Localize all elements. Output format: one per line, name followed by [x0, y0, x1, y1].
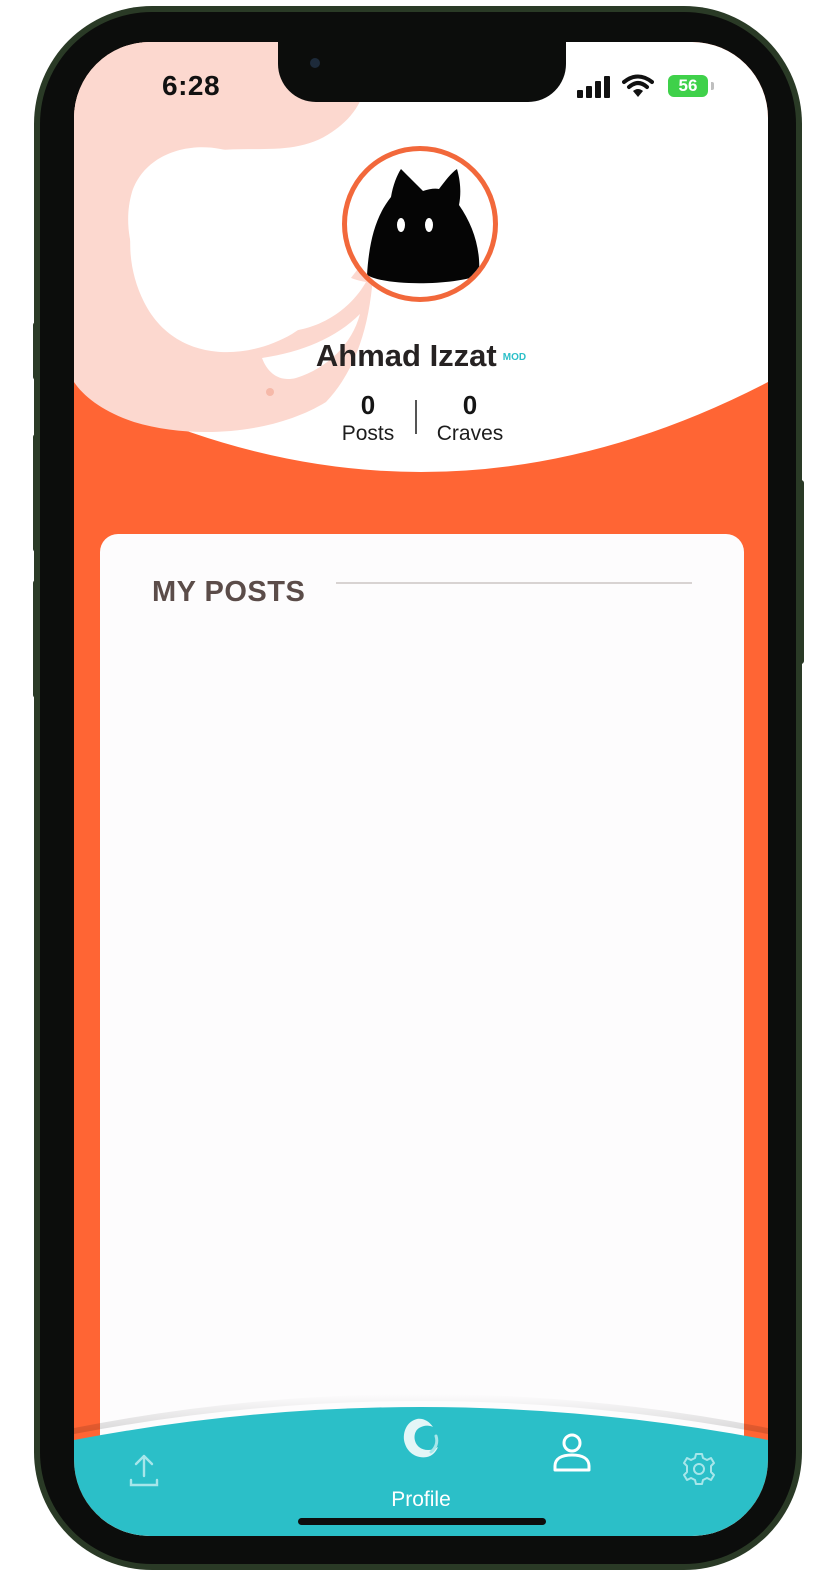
profile-avatar[interactable] — [342, 146, 498, 302]
upload-icon[interactable] — [128, 1452, 160, 1488]
app-screen: 6:28 56 Ahmad Izzat MOD 0 Posts 0 Craves … — [74, 42, 768, 1536]
front-camera — [310, 58, 320, 68]
battery-tip — [711, 82, 714, 90]
profile-nav-label[interactable]: Profile — [74, 1488, 768, 1512]
posts-count: 0 — [360, 390, 376, 420]
user-name-text: Ahmad Izzat — [315, 338, 497, 373]
home-indicator[interactable] — [298, 1518, 546, 1525]
device-notch — [278, 42, 566, 102]
avatar-image — [367, 169, 480, 284]
settings-gear-icon[interactable] — [682, 1452, 716, 1486]
mod-badge: MOD — [502, 352, 527, 364]
stats-divider — [415, 400, 417, 434]
posts-label: Posts — [341, 422, 395, 445]
craves-count: 0 — [462, 390, 478, 420]
bottom-navigation-bar — [74, 1394, 768, 1536]
cellular-signal-icon — [577, 76, 610, 98]
wifi-icon — [622, 74, 654, 97]
my-posts-card: MY POSTS — [100, 534, 744, 1536]
battery-indicator: 56 — [668, 75, 708, 97]
status-time: 6:28 — [162, 70, 221, 101]
app-logo-icon[interactable] — [400, 1416, 440, 1462]
power-button — [796, 480, 804, 664]
profile-icon[interactable] — [552, 1432, 592, 1474]
craves-label: Craves — [436, 422, 504, 445]
my-posts-title: MY POSTS — [152, 576, 306, 608]
profile-name: Ahmad Izzat MOD — [74, 338, 768, 374]
section-divider-line — [336, 582, 692, 584]
